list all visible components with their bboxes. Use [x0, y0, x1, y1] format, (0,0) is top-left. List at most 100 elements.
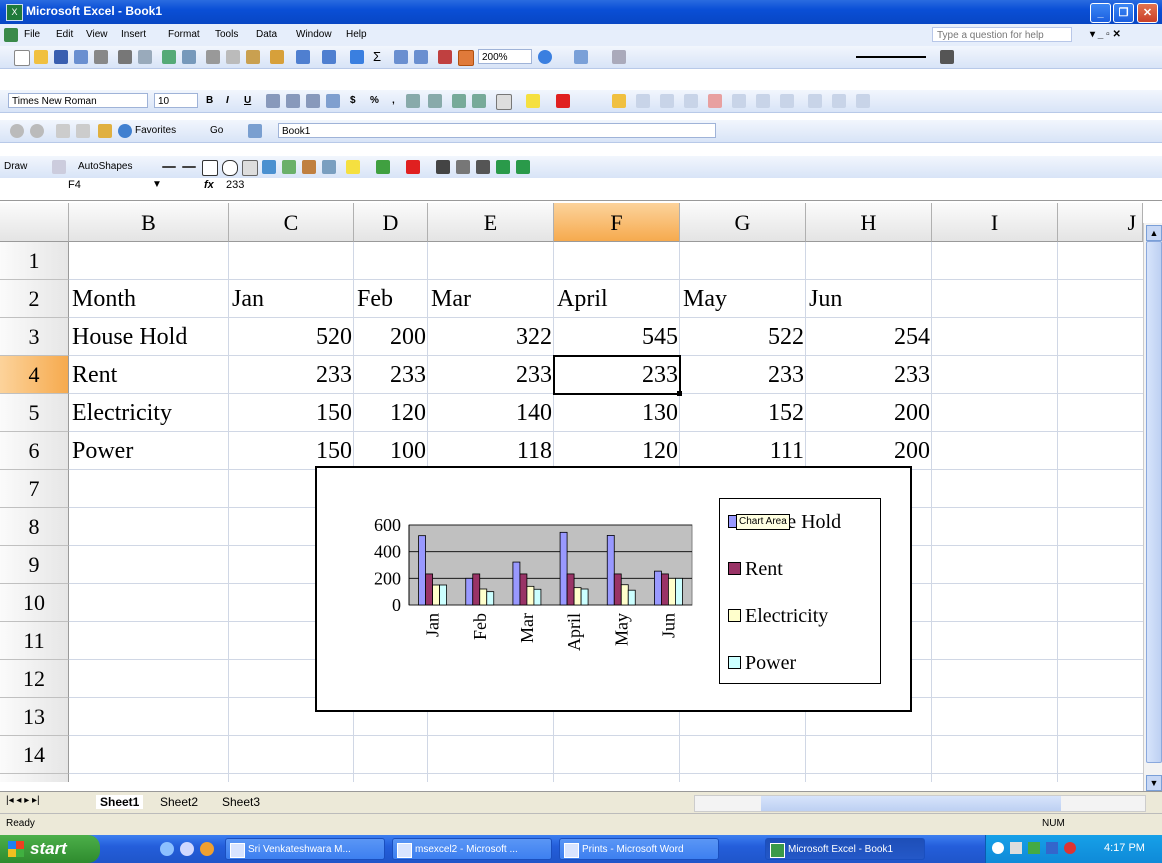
- pen-color-icon[interactable]: [940, 50, 954, 64]
- row-header-13[interactable]: 13: [0, 698, 69, 736]
- undo-icon[interactable]: [296, 50, 310, 64]
- menu-tools[interactable]: Tools: [215, 29, 238, 40]
- embedded-chart[interactable]: 600 400 200 0 Jan Feb Mar April May Jun House Hol…: [315, 466, 912, 712]
- cell-c2[interactable]: Jan: [229, 280, 354, 318]
- font-size-select[interactable]: 10: [154, 93, 198, 108]
- col-header-g[interactable]: G: [680, 203, 806, 242]
- tray-icon[interactable]: [992, 842, 1004, 854]
- antivirus-tray-icon[interactable]: [1064, 842, 1076, 854]
- clipart-icon[interactable]: [302, 160, 316, 174]
- home-icon[interactable]: [98, 124, 112, 138]
- menu-file[interactable]: File: [24, 29, 40, 40]
- chart-type-icon[interactable]: [574, 50, 588, 64]
- row-header-12[interactable]: 12: [0, 660, 69, 698]
- reviewing-icon-10[interactable]: [832, 94, 846, 108]
- tray-icon[interactable]: [1046, 842, 1058, 854]
- drawing-icon[interactable]: [458, 50, 474, 66]
- row-header-11[interactable]: 11: [0, 622, 69, 660]
- sort-descending-icon[interactable]: [414, 50, 428, 64]
- close-button[interactable]: ✕: [1137, 3, 1158, 23]
- copy-icon[interactable]: [226, 50, 240, 64]
- oval-icon[interactable]: [222, 160, 238, 176]
- reviewing-icon-9[interactable]: [808, 94, 822, 108]
- tab-sheet3[interactable]: Sheet3: [222, 795, 260, 809]
- cell-h2[interactable]: Jun: [806, 280, 932, 318]
- cell-g3[interactable]: 522: [680, 318, 806, 356]
- draw-line-icon[interactable]: [612, 50, 626, 64]
- line-icon[interactable]: [162, 166, 176, 168]
- cell-c3[interactable]: 520: [229, 318, 354, 356]
- col-header-f[interactable]: F: [554, 203, 680, 242]
- cell-g2[interactable]: May: [680, 280, 806, 318]
- draw-menu[interactable]: Draw: [4, 161, 27, 172]
- paste-icon[interactable]: [246, 50, 260, 64]
- cell-b5[interactable]: Electricity: [69, 394, 229, 432]
- col-header-e[interactable]: E: [428, 203, 554, 242]
- reviewing-icon-3[interactable]: [660, 94, 674, 108]
- wordart-icon[interactable]: [262, 160, 276, 174]
- reviewing-icon[interactable]: [612, 94, 626, 108]
- spelling-icon[interactable]: [162, 50, 176, 64]
- arrow-style-icon[interactable]: [476, 160, 490, 174]
- h-scroll-thumb[interactable]: [761, 796, 1061, 811]
- currency-button[interactable]: $: [350, 95, 356, 106]
- row-header-6[interactable]: 6: [0, 432, 69, 470]
- vertical-scrollbar[interactable]: ▲ ▼: [1143, 223, 1162, 793]
- font-color-icon[interactable]: [556, 94, 570, 108]
- rectangle-icon[interactable]: [202, 160, 218, 176]
- email-icon[interactable]: [94, 50, 108, 64]
- row-header-5[interactable]: 5: [0, 394, 69, 432]
- chart-legend[interactable]: House Hold Rent Electricity Power Chart …: [719, 498, 881, 684]
- excel-app-icon[interactable]: X: [6, 4, 23, 21]
- cell-h3[interactable]: 254: [806, 318, 932, 356]
- workbook-icon[interactable]: [4, 28, 18, 42]
- row-header-1[interactable]: 1: [0, 242, 69, 280]
- menu-help[interactable]: Help: [346, 29, 367, 40]
- quicklaunch-icon[interactable]: [180, 842, 194, 856]
- new-icon[interactable]: [14, 50, 30, 66]
- select-all-corner[interactable]: [0, 203, 69, 242]
- fill-color-icon[interactable]: [526, 94, 540, 108]
- reviewing-icon-4[interactable]: [684, 94, 698, 108]
- picture-icon[interactable]: [322, 160, 336, 174]
- col-header-i[interactable]: I: [932, 203, 1058, 242]
- cell-c5[interactable]: 150: [229, 394, 354, 432]
- row-header-7[interactable]: 7: [0, 470, 69, 508]
- cell-f4[interactable]: 233: [554, 356, 680, 394]
- cell-g4[interactable]: 233: [680, 356, 806, 394]
- cell-d6[interactable]: 100: [354, 432, 428, 470]
- align-center-icon[interactable]: [286, 94, 300, 108]
- chart-plot-svg[interactable]: 600 400 200 0 Jan Feb Mar April May Jun: [317, 468, 717, 708]
- menu-format[interactable]: Format: [168, 29, 200, 40]
- col-header-j[interactable]: J: [1058, 203, 1143, 242]
- show-only-web-toolbar-icon[interactable]: [248, 124, 262, 138]
- taskbar-item-1[interactable]: msexcel2 - Microsoft ...: [392, 838, 552, 860]
- insert-function-button[interactable]: fx: [204, 179, 214, 191]
- row-header-9[interactable]: 9: [0, 546, 69, 584]
- row-header-15[interactable]: 15: [0, 774, 69, 782]
- col-header-d[interactable]: D: [354, 203, 428, 242]
- cell-g6[interactable]: 111: [680, 432, 806, 470]
- cell-e3[interactable]: 322: [428, 318, 554, 356]
- col-header-h[interactable]: H: [806, 203, 932, 242]
- tab-sheet2[interactable]: Sheet2: [160, 795, 198, 809]
- address-input[interactable]: Book1: [278, 123, 716, 138]
- chart-wizard-icon[interactable]: [438, 50, 452, 64]
- cell-d2[interactable]: Feb: [354, 280, 428, 318]
- draw-font-color-icon[interactable]: [406, 160, 420, 174]
- reviewing-icon-7[interactable]: [756, 94, 770, 108]
- line-style-sample[interactable]: [856, 56, 926, 58]
- shadow-style-icon[interactable]: [496, 160, 510, 174]
- name-box-dropdown-icon[interactable]: ▼: [152, 179, 162, 190]
- search-web-icon[interactable]: [118, 124, 132, 138]
- tray-icon[interactable]: [1028, 842, 1040, 854]
- favorites-menu[interactable]: Favorites: [135, 125, 176, 136]
- tray-icon[interactable]: [1010, 842, 1022, 854]
- diagram-icon[interactable]: [282, 160, 296, 174]
- draw-fill-color-icon[interactable]: [346, 160, 360, 174]
- cell-f5[interactable]: 130: [554, 394, 680, 432]
- reviewing-icon-6[interactable]: [732, 94, 746, 108]
- comma-button[interactable]: ,: [392, 95, 395, 106]
- format-painter-icon[interactable]: [270, 50, 284, 64]
- horizontal-scrollbar[interactable]: [694, 795, 1146, 812]
